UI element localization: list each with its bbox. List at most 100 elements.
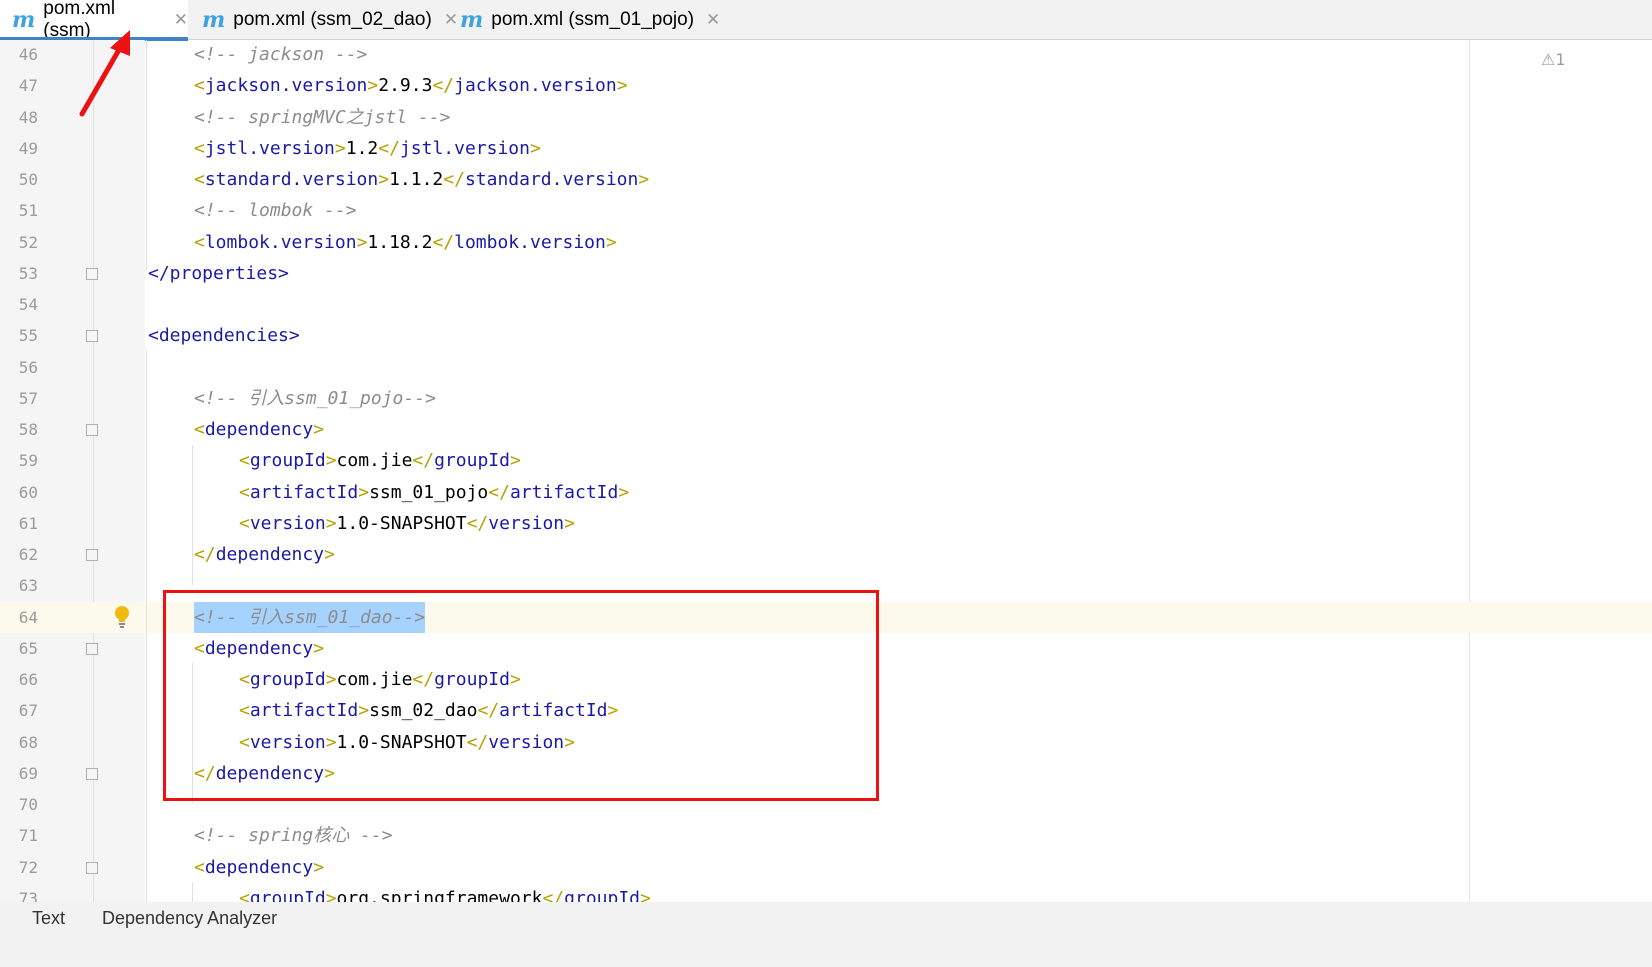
xml-tag: version xyxy=(488,512,565,534)
code-line[interactable]: 53 </properties> xyxy=(0,258,1652,289)
xml-bracket: < xyxy=(194,137,205,159)
xml-text: 1.18.2 xyxy=(367,231,433,253)
code-line[interactable]: 71 <!-- spring核心 --> xyxy=(0,820,1652,851)
line-number: 61 xyxy=(18,513,38,533)
xml-text: 1.1.2 xyxy=(389,169,444,190)
xml-bracket: < xyxy=(239,512,250,534)
code-line[interactable]: 55 <dependencies> xyxy=(0,320,1652,351)
xml-bracket: < xyxy=(239,481,250,503)
xml-tag: artifactId xyxy=(509,481,619,503)
tab-pom-ssm[interactable]: m pom.xml (ssm) ✕ xyxy=(0,0,188,41)
xml-bracket: > xyxy=(509,450,521,472)
tab-text[interactable]: Text xyxy=(32,908,65,929)
fold-marker-icon[interactable] xyxy=(86,330,98,343)
xml-tag: standard.version xyxy=(464,169,639,190)
maven-m-icon: m xyxy=(12,7,36,33)
fold-marker-icon[interactable] xyxy=(86,424,98,436)
line-number: 58 xyxy=(18,420,38,439)
xml-bracket: > xyxy=(529,137,541,159)
xml-tag: standard.version xyxy=(204,169,379,190)
xml-bracket: > xyxy=(325,450,337,472)
line-number: 71 xyxy=(18,826,38,846)
code-text: <dependency> xyxy=(194,414,324,445)
xml-bracket: > xyxy=(618,481,630,503)
lightbulb-icon[interactable] xyxy=(112,604,132,630)
code-line[interactable]: 56 xyxy=(0,352,1652,383)
code-text: <!-- spring核心 --> xyxy=(194,820,393,851)
close-icon[interactable]: ✕ xyxy=(174,10,188,30)
xml-tag: dependency xyxy=(215,544,325,565)
xml-bracket: < xyxy=(194,75,205,97)
line-number: 52 xyxy=(18,232,38,252)
code-text: <!-- 引入ssm_01_pojo--> xyxy=(194,383,436,414)
xml-text: com.jie xyxy=(336,450,413,472)
xml-tag: lombok.version xyxy=(204,231,357,253)
xml-bracket: < xyxy=(194,856,205,878)
xml-comment: <!-- jackson --> xyxy=(194,44,368,65)
code-line[interactable]: 50 <standard.version>1.1.2</standard.vers… xyxy=(0,164,1652,195)
code-line[interactable]: 58 <dependency> xyxy=(0,414,1652,445)
xml-tag: dependency xyxy=(204,419,314,440)
xml-tag: jackson.version xyxy=(204,75,368,97)
xml-tag: jstl.version xyxy=(204,137,335,159)
tab-pom-ssm-01-pojo[interactable]: m pom.xml (ssm_01_pojo) ✕ xyxy=(460,0,720,40)
code-line[interactable]: 61 <version>1.0-SNAPSHOT</version> xyxy=(0,508,1652,539)
code-line[interactable]: 51 <!-- lombok --> xyxy=(0,195,1652,226)
code-line[interactable]: 52 <lombok.version>1.18.2</lombok.version… xyxy=(0,227,1652,258)
tab-label: pom.xml (ssm_02_dao) xyxy=(233,9,432,30)
xml-bracket: < xyxy=(239,450,250,472)
code-line[interactable]: 54 xyxy=(0,289,1652,320)
xml-bracket: > xyxy=(638,169,650,190)
xml-bracket: < xyxy=(194,169,205,190)
tab-pom-ssm-02-dao[interactable]: m pom.xml (ssm_02_dao) ✕ xyxy=(202,0,458,40)
code-line[interactable]: 49 <jstl.version>1.2</jstl.version> xyxy=(0,133,1652,164)
code-text: </properties> xyxy=(148,258,289,289)
code-line[interactable]: 57 <!-- 引入ssm_01_pojo--> xyxy=(0,383,1652,414)
fold-marker-icon[interactable] xyxy=(86,549,98,561)
fold-marker-icon[interactable] xyxy=(86,767,98,780)
close-icon[interactable]: ✕ xyxy=(444,10,458,30)
xml-tag: version xyxy=(249,512,326,534)
fold-marker-icon[interactable] xyxy=(86,642,98,655)
xml-tag: groupId xyxy=(249,887,326,902)
code-text: <jackson.version>2.9.3</jackson.version> xyxy=(194,70,628,101)
fold-marker-icon[interactable] xyxy=(86,861,98,874)
xml-bracket: > xyxy=(313,856,325,878)
code-line[interactable]: 72 <dependency> xyxy=(0,852,1652,883)
code-line[interactable]: 62 </dependency> xyxy=(0,539,1652,570)
line-number: 63 xyxy=(18,576,38,596)
xml-text: org.springframework xyxy=(336,887,543,902)
xml-bracket: </ xyxy=(542,887,565,902)
xml-tag: dependency xyxy=(204,856,314,878)
code-line[interactable]: 46 <!-- jackson --> xyxy=(0,40,1652,70)
xml-text: ssm_01_pojo xyxy=(369,481,489,503)
code-line[interactable]: 60 <artifactId>ssm_01_pojo</artifactId> xyxy=(0,477,1652,508)
code-text: <dependency> xyxy=(194,852,324,883)
xml-tag: jackson.version xyxy=(454,75,617,97)
line-number: 69 xyxy=(18,763,38,783)
line-number: 64 xyxy=(18,607,38,627)
line-number: 46 xyxy=(18,45,38,64)
warning-indicator[interactable]: ⚠1 xyxy=(1541,50,1566,69)
editor-tab-bar: m pom.xml (ssm) ✕ m pom.xml (ssm_02_dao)… xyxy=(0,0,1652,41)
xml-text: 1.0-SNAPSHOT xyxy=(336,512,467,534)
xml-bracket: > xyxy=(313,419,325,440)
code-line[interactable]: 47 <jackson.version>2.9.3</jackson.versio… xyxy=(0,70,1652,101)
line-number: 47 xyxy=(18,76,38,96)
xml-bracket: > xyxy=(324,544,335,565)
xml-bracket: </ xyxy=(432,75,455,97)
line-number: 59 xyxy=(18,451,38,471)
xml-bracket: > xyxy=(605,231,617,253)
code-line[interactable]: 73 <groupId>org.springframework</groupId> xyxy=(0,883,1652,902)
line-number: 57 xyxy=(18,388,38,408)
xml-tag: jstl.version xyxy=(399,137,530,159)
tab-dependency-analyzer[interactable]: Dependency Analyzer xyxy=(102,908,277,929)
line-number: 55 xyxy=(18,326,38,346)
code-line[interactable]: 48 <!-- springMVC之jstl --> xyxy=(0,102,1652,133)
line-number: 53 xyxy=(18,263,38,283)
indent-guide xyxy=(192,882,193,902)
xml-bracket: > xyxy=(564,512,575,534)
fold-marker-icon[interactable] xyxy=(86,267,98,280)
code-line[interactable]: 59 <groupId>com.jie</groupId> xyxy=(0,445,1652,476)
close-icon[interactable]: ✕ xyxy=(706,10,720,30)
